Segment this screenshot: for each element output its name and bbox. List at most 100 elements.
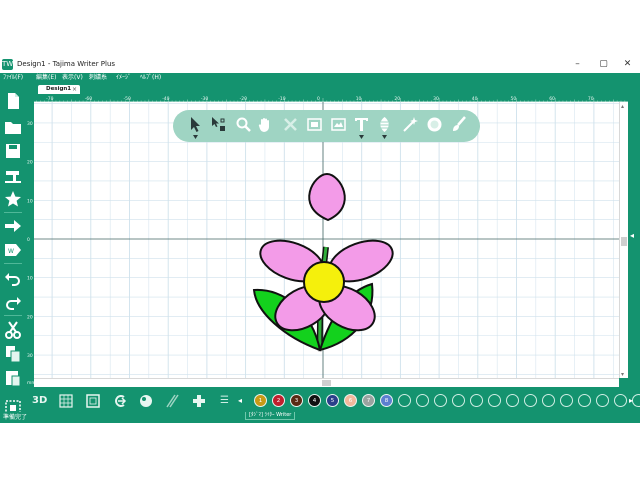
swatch-next-icon[interactable]: ▸ [629, 392, 633, 410]
ruler-label: 10 [27, 198, 33, 204]
thread-swatch-2[interactable]: 2 [272, 394, 285, 407]
swatch-prev-icon[interactable]: ◂ [238, 392, 242, 410]
3d-view-button[interactable]: 3D [32, 392, 47, 410]
vertical-ruler: 30 20 10 0 10 20 30 mm [26, 102, 34, 387]
new-file-icon[interactable] [3, 91, 23, 111]
image-icon[interactable] [330, 116, 347, 133]
frame-icon[interactable] [86, 392, 100, 410]
empty-thread-slot[interactable] [416, 394, 429, 407]
status-model: [ﾀｼﾞﾏ] ﾗｲﾀｰ Writer [245, 412, 296, 420]
close-window-button[interactable]: ✕ [615, 56, 640, 73]
color-ball-icon[interactable] [139, 392, 153, 410]
status-text: 準備完了 [3, 414, 28, 421]
status-bar: 準備完了 [ﾀｼﾞﾏ] ﾗｲﾀｰ Writer [0, 412, 640, 423]
brush-icon[interactable] [450, 116, 467, 133]
empty-thread-slot[interactable] [542, 394, 555, 407]
vertical-scroll-thumb[interactable] [621, 237, 627, 246]
toolbar-divider [4, 263, 22, 264]
menu-file[interactable]: ﾌｧｲﾙ(F) [3, 73, 23, 83]
copy-icon[interactable] [3, 344, 23, 364]
ruler-label: 10 [27, 276, 33, 282]
pointer-dropdown-icon[interactable] [193, 135, 198, 139]
empty-thread-slot[interactable] [578, 394, 591, 407]
title-bar: TW Design1 - Tajima Writer Plus – ▢ ✕ [0, 56, 640, 73]
ruler-label: 0 [27, 237, 30, 243]
design-canvas[interactable] [34, 102, 619, 378]
thread-swatch-5[interactable]: 5 [326, 394, 339, 407]
minimize-button[interactable]: – [565, 56, 590, 73]
empty-thread-slot[interactable] [452, 394, 465, 407]
toolbar-divider [4, 315, 22, 316]
tab-close-icon[interactable]: × [72, 85, 77, 94]
thread-swatch-4[interactable]: 4 [308, 394, 321, 407]
empty-thread-slot[interactable] [506, 394, 519, 407]
open-folder-icon[interactable] [3, 117, 23, 137]
thread-list-icon[interactable]: ☰ [220, 392, 229, 410]
delete-x-icon[interactable] [282, 116, 299, 133]
sewing-machine-icon[interactable] [3, 165, 23, 185]
empty-thread-slot[interactable] [614, 394, 627, 407]
favorite-star-icon[interactable] [3, 189, 23, 209]
thread-swatch-1[interactable]: 1 [254, 394, 267, 407]
menu-bar: ﾌｧｲﾙ(F) 編集(E) 表示(V) 刺繍糸 ｲﾒｰｼﾞ ﾍﾙﾌﾟ(H) [0, 73, 640, 83]
text-dropdown-icon[interactable] [359, 135, 364, 139]
stitch-slash-icon[interactable] [165, 392, 179, 410]
toolbar-divider [4, 212, 22, 213]
collapse-left-icon[interactable]: ◂ [630, 231, 634, 240]
save-icon[interactable] [3, 141, 23, 161]
frame-fit-icon[interactable] [306, 116, 323, 133]
thread-swatch-8[interactable]: 8 [380, 394, 393, 407]
maximize-button[interactable]: ▢ [591, 56, 616, 73]
menu-help[interactable]: ﾍﾙﾌﾟ(H) [140, 73, 161, 83]
tab-design1[interactable]: Design1 × [38, 85, 80, 94]
cut-scissors-icon[interactable] [3, 320, 23, 340]
text-tool-icon[interactable] [353, 116, 370, 133]
left-toolbar: W [0, 85, 26, 423]
floating-tool-palette [173, 110, 480, 142]
empty-thread-slot[interactable] [470, 394, 483, 407]
empty-thread-slot[interactable] [434, 394, 447, 407]
paste-icon[interactable] [3, 368, 23, 388]
pointer-icon[interactable] [187, 116, 204, 133]
ruler-label: 20 [27, 160, 33, 166]
ruler-label: 30 [27, 353, 33, 359]
empty-thread-slot[interactable] [398, 394, 411, 407]
tab-label: Design1 [46, 86, 72, 92]
zoom-icon[interactable] [235, 116, 252, 133]
empty-thread-slot[interactable] [560, 394, 573, 407]
horizontal-scroll-thumb[interactable] [322, 380, 331, 386]
cross-stitch-icon[interactable] [192, 392, 206, 410]
thread-swatch-6[interactable]: 6 [344, 394, 357, 407]
bottom-toolbar: 3D ☰ ◂ 12345678 ▸ [26, 390, 640, 412]
undo-icon[interactable] [3, 268, 23, 288]
tw-logo-icon: TW [2, 59, 14, 70]
stitch-fill-icon[interactable] [376, 116, 393, 133]
redo-icon[interactable] [3, 292, 23, 312]
thread-swatch-7[interactable]: 7 [362, 394, 375, 407]
window-title: Design1 - Tajima Writer Plus [17, 60, 116, 68]
start-point-icon[interactable] [113, 392, 127, 410]
thread-swatch-3[interactable]: 3 [290, 394, 303, 407]
ball-icon[interactable] [426, 116, 443, 133]
empty-thread-slot[interactable] [524, 394, 537, 407]
empty-thread-slot[interactable] [596, 394, 609, 407]
hoop-grid-icon[interactable] [59, 392, 73, 410]
scroll-down-icon[interactable]: ▾ [621, 371, 624, 378]
horizontal-scrollbar[interactable] [34, 378, 619, 387]
magic-wand-icon[interactable] [402, 116, 419, 133]
right-collapse-pane[interactable]: ◂ [628, 85, 640, 390]
transfer-icon[interactable]: W [3, 240, 23, 260]
empty-thread-slot[interactable] [632, 394, 640, 407]
ruler-label: 20 [27, 314, 33, 320]
stitch-dropdown-icon[interactable] [382, 135, 387, 139]
menu-view[interactable]: 表示(V) [62, 73, 83, 83]
empty-thread-slot[interactable] [488, 394, 501, 407]
export-arrow-icon[interactable] [3, 216, 23, 236]
menu-thread[interactable]: 刺繍糸 [89, 73, 107, 83]
menu-image[interactable]: ｲﾒｰｼﾞ [116, 73, 131, 83]
menu-edit[interactable]: 編集(E) [36, 73, 56, 83]
pan-hand-icon[interactable] [257, 116, 274, 133]
scroll-up-icon[interactable]: ▴ [621, 103, 624, 110]
tab-row [26, 85, 628, 94]
node-edit-icon[interactable] [210, 116, 227, 133]
